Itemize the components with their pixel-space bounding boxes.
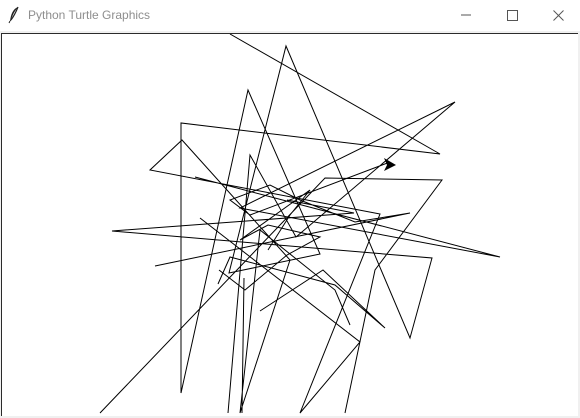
turtle-path [99,34,501,414]
title-bar[interactable]: Python Turtle Graphics [0,0,580,31]
minimize-button[interactable] [443,0,489,30]
close-button[interactable] [535,0,580,30]
turtle-arrow-icon [384,158,396,171]
minimize-icon [461,10,471,20]
turtle-drawing [99,34,501,414]
turtle-canvas[interactable] [1,33,578,416]
maximize-icon [506,9,518,21]
feather-icon [7,6,21,24]
turtle-window: Python Turtle Graphics [0,0,580,418]
close-icon [552,9,564,21]
window-title: Python Turtle Graphics [28,8,151,22]
maximize-button[interactable] [489,0,535,30]
